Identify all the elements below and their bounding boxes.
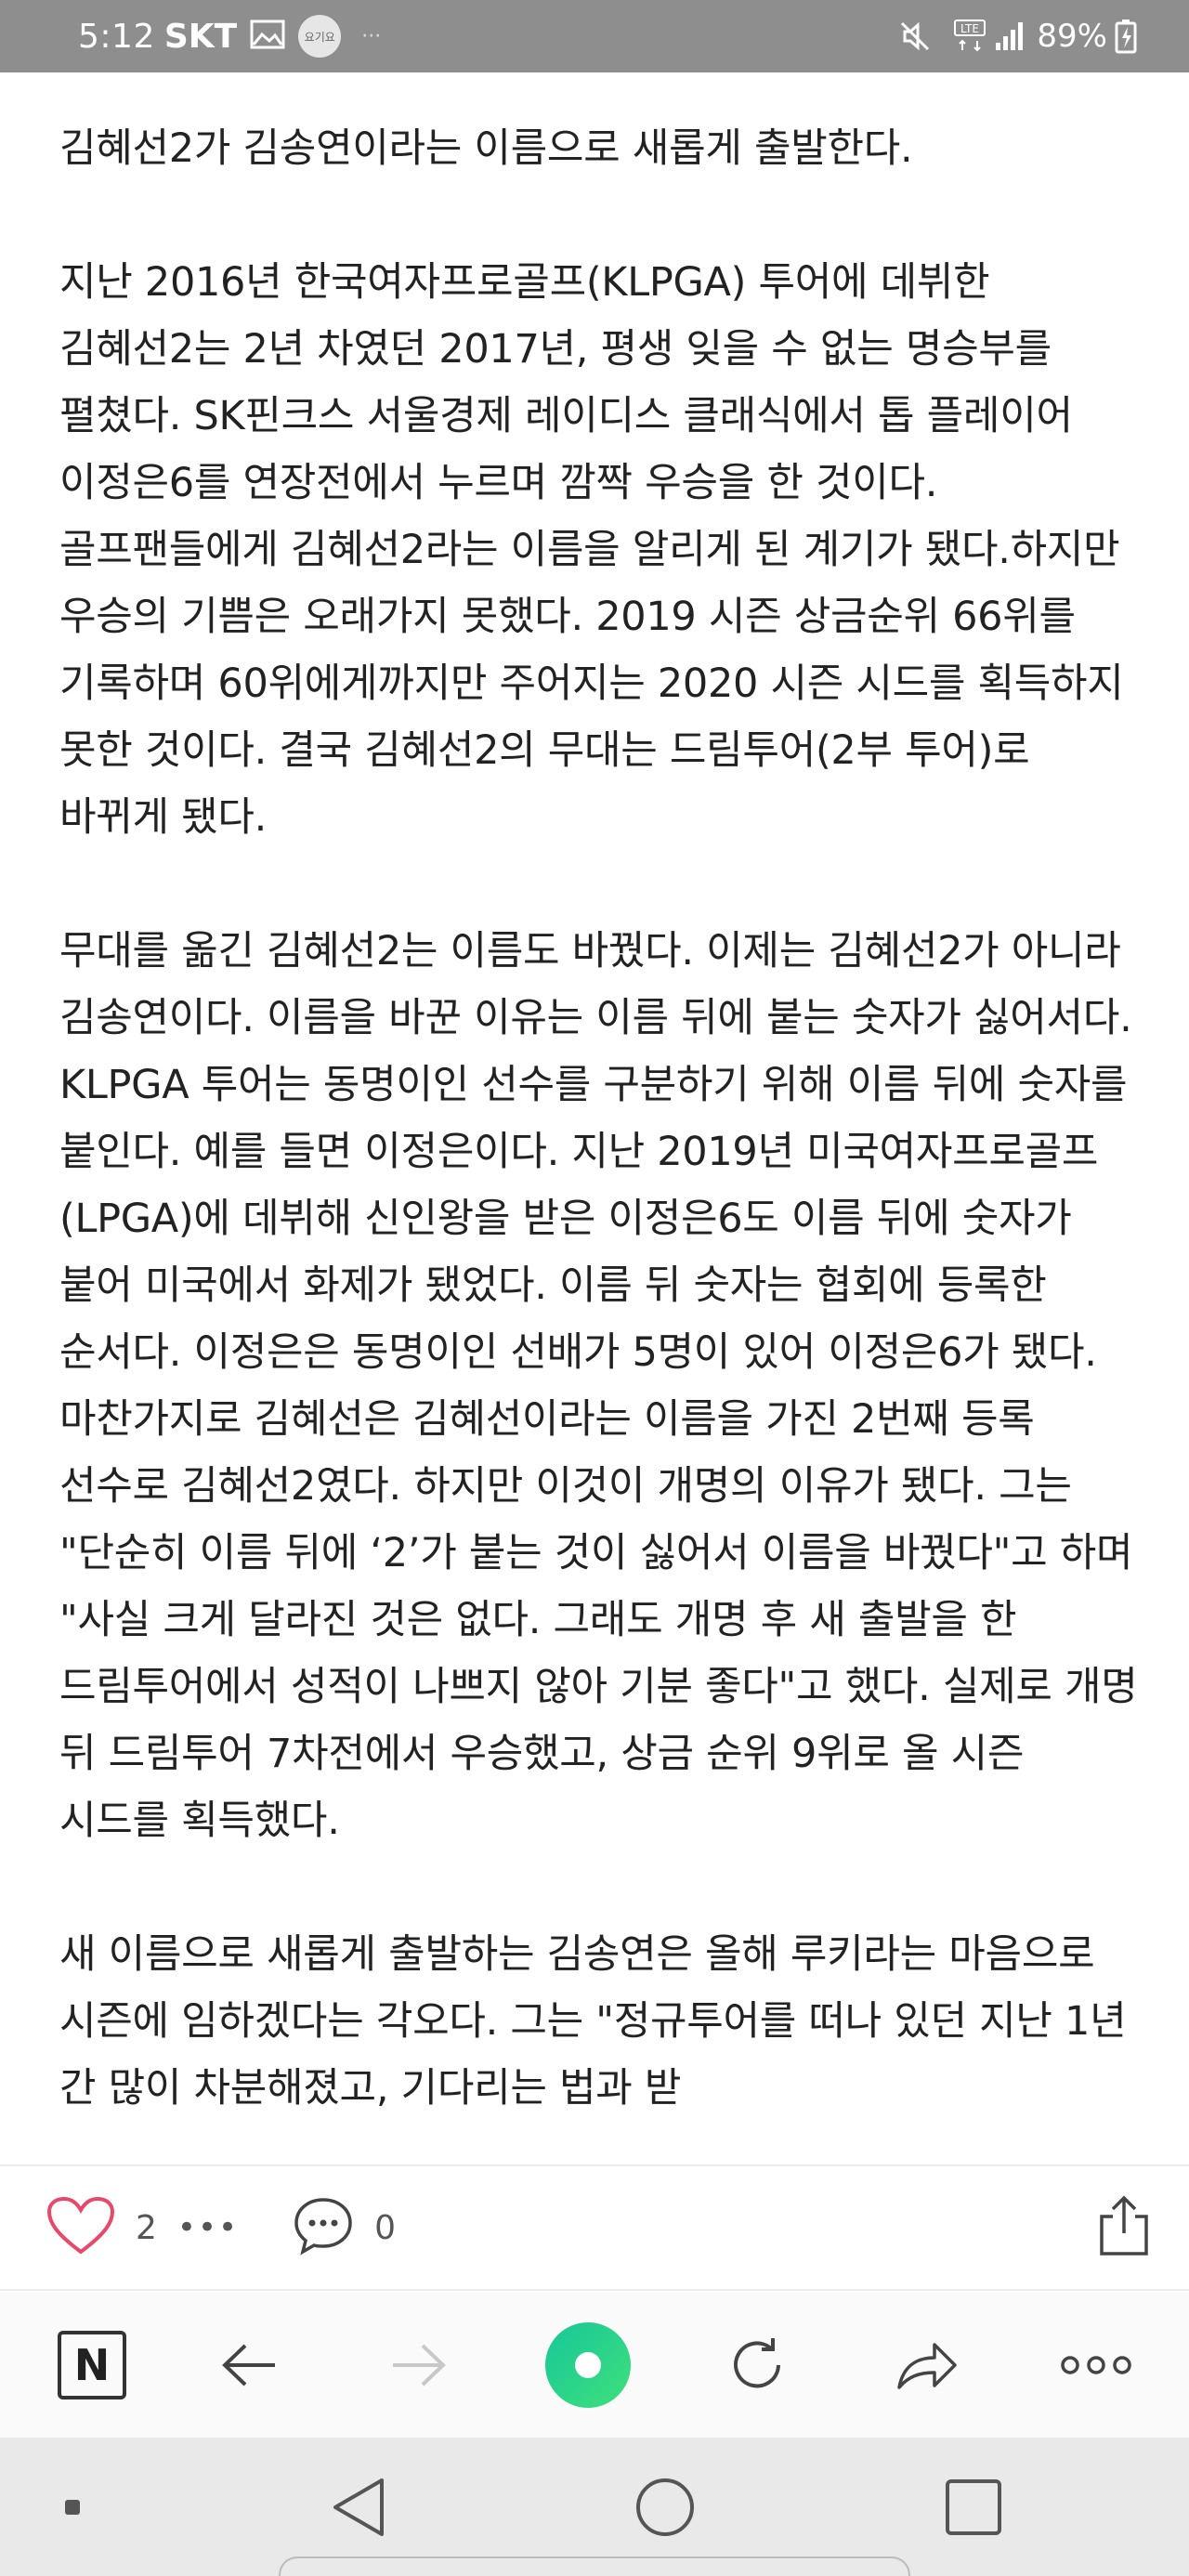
article-paragraph: 김혜선2가 김송연이라는 이름으로 새롭게 출발한다. bbox=[59, 125, 913, 172]
system-nav-bar bbox=[0, 2438, 1189, 2576]
like-count: 2 bbox=[136, 2208, 157, 2247]
mute-icon bbox=[899, 20, 931, 52]
status-carrier: SKT bbox=[163, 17, 238, 56]
status-time: 5:12 bbox=[78, 17, 155, 56]
battery-charging-icon bbox=[1115, 19, 1137, 54]
naver-home-button[interactable]: N bbox=[58, 2331, 126, 2399]
dot-indicator-icon bbox=[63, 2498, 82, 2517]
like-button[interactable]: 2 bbox=[46, 2196, 157, 2259]
signal-icon bbox=[994, 20, 1026, 52]
comment-button[interactable]: 0 bbox=[293, 2196, 396, 2259]
status-bar: 5:12 SKT 요기요 ··· LTE 89% bbox=[0, 0, 1189, 72]
comment-bubble-icon bbox=[293, 2196, 354, 2259]
battery-percent: 89% bbox=[1037, 18, 1107, 55]
back-arrow-icon[interactable] bbox=[203, 2319, 295, 2412]
system-back-icon[interactable] bbox=[330, 2477, 387, 2538]
forward-arrow-icon[interactable] bbox=[372, 2319, 465, 2412]
share-icon[interactable] bbox=[1096, 2194, 1152, 2261]
article-paragraph: 새 이름으로 새롭게 출발하는 김송연은 올해 루키라는 마음으로 시즌에 임하… bbox=[59, 1931, 1127, 2112]
refresh-icon[interactable] bbox=[711, 2319, 804, 2412]
status-bar-right: LTE 89% bbox=[899, 18, 1137, 55]
status-bar-left: 5:12 SKT 요기요 ··· bbox=[78, 15, 381, 58]
yogiyo-badge-icon: 요기요 bbox=[298, 15, 342, 58]
article-paragraph: 지난 2016년 한국여자프로골프(KLPGA) 투어에 데뷔한 김혜선2는 2… bbox=[59, 259, 1124, 841]
status-more-dots: ··· bbox=[361, 24, 382, 48]
green-action-button[interactable] bbox=[542, 2319, 634, 2412]
article-paragraph: 무대를 옮긴 김혜선2는 이름도 바꿨다. 이제는 김혜선2가 아니라 김송연이… bbox=[59, 928, 1138, 1844]
comment-count: 0 bbox=[374, 2208, 396, 2247]
article-content: 김혜선2가 김송연이라는 이름으로 새롭게 출발한다. 지난 2016년 한국여… bbox=[0, 72, 1189, 2163]
lte-label: LTE bbox=[960, 22, 979, 35]
system-recents-icon[interactable] bbox=[944, 2478, 1003, 2537]
browser-toolbar: N bbox=[0, 2293, 1189, 2438]
app-window: 5:12 SKT 요기요 ··· LTE 89% 김혜선2가 김송연이라는 이름… bbox=[0, 0, 1189, 2576]
reaction-bar: 2 ••• 0 bbox=[0, 2164, 1189, 2291]
more-options-icon[interactable] bbox=[1050, 2319, 1143, 2412]
gallery-icon bbox=[250, 20, 285, 53]
heart-icon bbox=[46, 2196, 115, 2259]
system-home-icon[interactable] bbox=[634, 2477, 696, 2538]
lte-icon: LTE bbox=[953, 19, 986, 54]
share-arrow-icon[interactable] bbox=[881, 2319, 973, 2412]
like-more-button[interactable]: ••• bbox=[177, 2209, 239, 2246]
bottom-handle[interactable] bbox=[279, 2556, 910, 2576]
